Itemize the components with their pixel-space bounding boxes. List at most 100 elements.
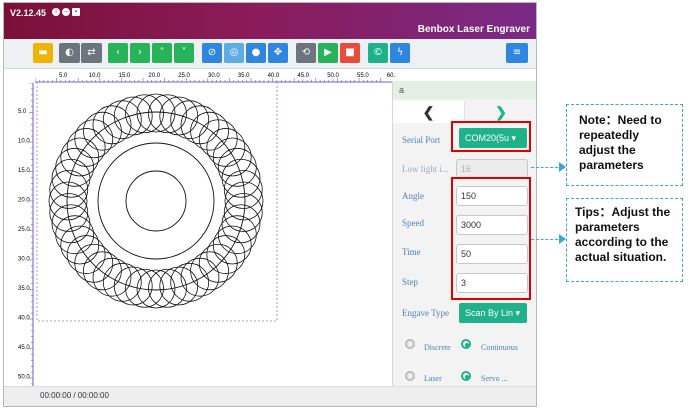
discrete-label: Discrete [424,343,451,352]
step-label: Step [402,277,419,287]
open-folder-icon[interactable]: ▬ [33,43,53,63]
pattern-loop [206,128,246,167]
pattern-loop [74,119,114,159]
toolbar: ▬ ◐ ⇄ ‹ › ˄ ˅ ⊘ ◎ ● ✥ ⟲ ▶ ■ © ϟ ≡ [4,39,536,69]
ruler-top-label: 35.0 [238,73,250,79]
speed-label: Speed [402,218,424,228]
continuous-radio[interactable] [461,339,471,349]
repeat-icon[interactable]: ⟲ [296,43,316,63]
ruler-left-label: 50.0 [18,375,30,381]
pattern-loop [66,128,106,167]
ruler-left-label: 40.0 [18,316,30,322]
note-arrow-icon [559,162,566,172]
inner-ring-outer [66,111,246,291]
engrave-type-select[interactable]: Scan By Lin ▾ [459,303,527,323]
panel-header: a [393,81,536,99]
laser-radio[interactable] [405,371,415,381]
menu-icon[interactable]: ≡ [506,43,528,63]
ruler-top-label: 60.0 [387,73,395,79]
angle-label: Angle [402,191,424,201]
ruler-left-label: 45.0 [18,345,30,351]
arrow-right-icon[interactable]: › [130,43,150,63]
ruler-top-label: 10.0 [89,73,101,79]
arrow-up-icon[interactable]: ˄ [152,43,172,63]
arrow-down-icon[interactable]: ˅ [174,43,194,63]
copyright-icon[interactable]: © [368,43,388,63]
arrow-left-icon[interactable]: ‹ [108,43,128,63]
center-circle [125,170,187,232]
pattern-loop [206,235,246,274]
nav-prev-button[interactable]: ❮ [393,101,465,123]
version-label: V2.12.45 [10,8,47,18]
dot-icon[interactable]: ● [246,43,266,63]
servo-radio[interactable] [461,371,471,381]
parameters-highlight [451,177,531,300]
ruler-top-label: 55.0 [357,73,369,79]
engraving-canvas[interactable] [33,81,395,386]
ruler-left-label: 35.0 [18,286,30,292]
low-light-label: Low light i... [402,164,449,174]
pattern-loop [66,235,106,274]
time-label: Time [402,247,421,257]
spirograph-pattern [48,93,264,309]
nav-next-button[interactable]: ❯ [465,101,536,123]
pattern-loop [92,257,132,297]
title-bar: V2.12.45 i – ▪ Benbox Laser Engraver [4,3,536,39]
pattern-loop [180,105,220,145]
discrete-radio[interactable] [405,339,415,349]
contrast-icon[interactable]: ◐ [59,43,80,63]
tips-callout: Tips：Adjust the parameters according to … [566,198,683,282]
inner-ring-inner [97,142,215,260]
pattern-loop [198,243,238,283]
tips-connector [531,239,558,240]
ruler-left-label: 10.0 [18,139,30,145]
pattern-loop [102,100,142,140]
pattern-loop [55,215,95,255]
play-icon[interactable]: ▶ [318,43,338,63]
stop-icon[interactable]: ■ [340,43,360,63]
pattern-loop [217,147,257,187]
engrave-type-label: Engave Type [402,308,449,318]
ruler-top-label: 45.0 [297,73,309,79]
panel-nav: ❮ ❯ [393,99,536,123]
pattern-loop [83,111,122,151]
servo-label: Servo ... [481,374,508,383]
ruler-top-label: 5.0 [59,73,68,79]
pattern-loop [190,251,229,291]
ruler-top-label: 30.0 [208,73,220,79]
ruler-left-label: 5.0 [18,109,27,115]
note-callout: Note：Need to repeatedly adjust the param… [566,104,683,186]
pattern-loop [198,119,238,159]
swap-icon[interactable]: ⇄ [81,43,102,63]
elapsed-time: 00:00:00 / 00:00:00 [40,391,109,400]
low-light-input: 16 [456,159,528,179]
flag-icon[interactable]: ▪ [72,8,80,16]
ruler-top-label: 20.0 [148,73,160,79]
pattern-loop [190,111,229,151]
ruler-left: 5.0 10.0 15.0 20.0 25.0 30.0 35.0 40.0 45.0 50.0 [18,83,34,388]
ruler-top-label: 25.0 [178,73,190,79]
app-title: Benbox Laser Engraver [417,24,530,35]
ruler-left-label: 15.0 [18,168,30,174]
status-bar: 00:00:00 / 00:00:00 [4,386,536,406]
pattern-loop [170,262,210,302]
serial-port-highlight [451,121,531,152]
ruler-left-label: 30.0 [18,257,30,263]
tips-arrow-icon [559,234,566,244]
lightning-icon[interactable]: ϟ [390,43,410,63]
serial-port-label: Serial Port [402,135,441,145]
move-icon[interactable]: ✥ [268,43,288,63]
ruler-top-label: 40.0 [268,73,280,79]
pattern-loop [83,251,122,291]
target-icon[interactable]: ◎ [224,43,244,63]
cancel-circle-icon[interactable]: ⊘ [202,43,222,63]
note-connector [531,167,558,168]
continuous-label: Continuous [481,343,518,352]
pattern-loop [60,137,100,177]
laser-label: Laser [424,374,442,383]
ruler-top-label: 15.0 [119,73,131,79]
info-icon[interactable]: i [52,8,60,16]
minimize-icon[interactable]: – [62,8,70,16]
pattern-loop [212,225,252,265]
ruler-left-label: 25.0 [18,227,30,233]
